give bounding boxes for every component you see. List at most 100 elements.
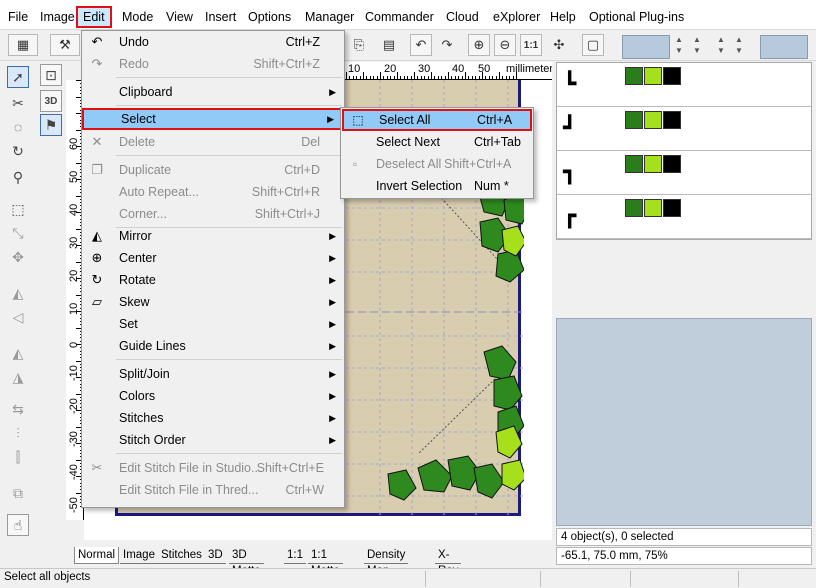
hoop-icon[interactable]: ▦ xyxy=(8,34,38,56)
spin-arrows-icon[interactable]: ▲ ▼ xyxy=(716,34,726,58)
tab-image[interactable]: Image xyxy=(120,547,158,564)
object-row[interactable]: ┛ xyxy=(557,107,811,151)
menu-item-clipboard[interactable]: Clipboard ▶ xyxy=(82,81,344,103)
deselect-icon: ▫ xyxy=(352,157,358,171)
ruler-tick xyxy=(502,76,504,79)
menu-item-stitches[interactable]: Stitches ▶ xyxy=(82,407,344,429)
spin-arrows-icon[interactable]: ▲ ▼ xyxy=(692,34,702,58)
ruler-tick xyxy=(505,76,507,79)
menu-item-select-next[interactable]: Select Next Ctrl+Tab xyxy=(341,131,533,153)
zoom-in-icon[interactable]: ⊕ xyxy=(468,34,490,56)
menu-item-corner[interactable]: Corner... Shift+Ctrl+J xyxy=(82,203,344,225)
menu-explorer[interactable]: eXplorer xyxy=(492,6,541,28)
ruler-label: -50 xyxy=(68,497,80,513)
menu-insert[interactable]: Insert xyxy=(204,6,237,28)
rect-select-icon[interactable]: ⬚ xyxy=(7,198,29,220)
freehand-select-icon[interactable]: ◌ xyxy=(7,116,29,138)
zoom-one-to-one-icon[interactable]: 1:1 xyxy=(520,34,542,56)
menu-item-split-join[interactable]: Split/Join ▶ xyxy=(82,363,344,385)
menu-item-delete[interactable]: ✕ Delete Del xyxy=(82,131,344,153)
ruler-label: 10 xyxy=(68,302,80,315)
menu-item-edit-in-studio[interactable]: ✂ Edit Stitch File in Studio... Shift+Ct… xyxy=(82,457,344,479)
undo-toolbar-icon[interactable]: ↶ xyxy=(410,34,432,56)
zoom-fit-icon[interactable]: ✣ xyxy=(548,34,570,56)
menu-item-guide-lines[interactable]: Guide Lines ▶ xyxy=(82,335,344,357)
menu-item-colors[interactable]: Colors ▶ xyxy=(82,385,344,407)
menu-view[interactable]: View xyxy=(165,6,194,28)
menu-edit[interactable]: Edit xyxy=(76,6,112,28)
distribute-icon[interactable]: ⇆ xyxy=(7,398,29,420)
tab-one-to-one[interactable]: 1:1 xyxy=(284,547,306,564)
menu-item-set[interactable]: Set ▶ xyxy=(82,313,344,335)
object-row[interactable]: ┏ xyxy=(557,195,811,239)
menu-item-redo[interactable]: ↷ Redo Shift+Ctrl+Z xyxy=(82,53,344,75)
space-h-icon[interactable]: ⫶ xyxy=(7,422,29,444)
color-preview-2[interactable] xyxy=(760,35,808,59)
menu-item-label: Stitches xyxy=(119,411,164,425)
menu-item-invert-selection[interactable]: Invert Selection Num * xyxy=(341,175,533,197)
menu-item-edit-in-thred[interactable]: Edit Stitch File in Thred... Ctrl+W xyxy=(82,479,344,501)
paste-icon[interactable]: ▤ xyxy=(378,34,400,56)
menu-item-select-all[interactable]: ⬚ Select All Ctrl+A xyxy=(342,109,532,131)
ruler-label: 50 xyxy=(68,170,80,183)
tab-normal[interactable]: Normal xyxy=(74,547,120,564)
ruler-label: 20 xyxy=(384,63,397,75)
menu-manager[interactable]: Manager xyxy=(304,6,355,28)
menu-commander[interactable]: Commander xyxy=(364,6,435,28)
magic-wand-icon[interactable]: ⚒ xyxy=(50,34,80,56)
menu-item-duplicate[interactable]: ❐ Duplicate Ctrl+D xyxy=(82,159,344,181)
menu-item-mirror[interactable]: ◭ Mirror ▶ xyxy=(82,225,344,247)
menu-cloud[interactable]: Cloud xyxy=(445,6,480,28)
menu-item-undo[interactable]: ↶ Undo Ctrl+Z xyxy=(82,31,344,53)
tab-one-to-one-matte[interactable]: 1:1 Matte xyxy=(308,547,343,577)
align-bottom-icon[interactable]: ◮ xyxy=(7,366,29,388)
menu-separator xyxy=(116,359,342,360)
menu-file[interactable]: File xyxy=(7,6,29,28)
pointer-icon[interactable]: ➚ xyxy=(7,66,29,88)
menu-optional-plugins[interactable]: Optional Plug-ins xyxy=(588,6,685,28)
align-icon[interactable]: ◭ xyxy=(7,342,29,364)
menu-item-shortcut: Ctrl+D xyxy=(284,163,320,177)
tab-3d[interactable]: 3D xyxy=(205,547,226,564)
zoom-tool-icon[interactable]: ⚲ xyxy=(7,166,29,188)
rotate-tool-icon[interactable]: ↻ xyxy=(7,140,29,162)
ruler-label: 40 xyxy=(68,203,80,216)
zoom-out-icon[interactable]: ⊖ xyxy=(494,34,516,56)
stop-icon[interactable]: ▢ xyxy=(582,34,604,56)
object-row[interactable]: ┗ xyxy=(557,63,811,107)
tab-3d-matte[interactable]: 3D Matte xyxy=(229,547,264,577)
ruler-label: 60 xyxy=(68,137,80,150)
menu-image[interactable]: Image xyxy=(39,6,76,28)
menu-item-center[interactable]: ⊕ Center ▶ xyxy=(82,247,344,269)
menu-item-auto-repeat[interactable]: Auto Repeat... Shift+Ctrl+R xyxy=(82,181,344,203)
menu-item-deselect-all[interactable]: ▫ Deselect All Shift+Ctrl+A xyxy=(341,153,533,175)
stitch-view-icon[interactable]: ⚑ xyxy=(40,114,62,136)
menu-item-skew[interactable]: ▱ Skew ▶ xyxy=(82,291,344,313)
mirror-v-icon[interactable]: ◁ xyxy=(7,306,29,328)
menu-item-stitch-order[interactable]: Stitch Order ▶ xyxy=(82,429,344,451)
color-preview-1[interactable] xyxy=(622,35,670,59)
color-swatch xyxy=(625,199,643,217)
spin-arrows-icon[interactable]: ▲ ▼ xyxy=(734,34,744,58)
view-3d-icon[interactable]: 3D xyxy=(40,90,62,112)
menu-options[interactable]: Options xyxy=(247,6,292,28)
object-row[interactable]: ┓ xyxy=(557,151,811,195)
menu-item-rotate[interactable]: ↻ Rotate ▶ xyxy=(82,269,344,291)
spin-arrows-icon[interactable]: ▲ ▼ xyxy=(674,34,684,58)
move-icon[interactable]: ✥ xyxy=(7,246,29,268)
redo-toolbar-icon[interactable]: ↷ xyxy=(436,34,458,56)
group-icon[interactable]: ⧉ xyxy=(7,482,29,504)
menu-help[interactable]: Help xyxy=(549,6,577,28)
tab-density-map[interactable]: Density Map xyxy=(364,547,409,577)
frame-icon[interactable]: ⊡ xyxy=(40,64,62,86)
menu-mode[interactable]: Mode xyxy=(121,6,154,28)
mirror-h-icon[interactable]: ◭ xyxy=(7,282,29,304)
resize-icon[interactable]: ⤡ xyxy=(7,222,29,244)
copy-icon[interactable]: ⎘ xyxy=(348,34,370,56)
tab-stitches[interactable]: Stitches xyxy=(158,547,205,564)
lasso-icon[interactable]: ✂ xyxy=(7,92,29,114)
menu-item-select[interactable]: Select ▶ xyxy=(82,108,344,130)
hand-pointer-icon[interactable]: ☝ xyxy=(7,514,29,536)
tab-x-ray[interactable]: X-Ray xyxy=(435,547,462,577)
space-v-icon[interactable]: ⫿ xyxy=(7,446,29,468)
